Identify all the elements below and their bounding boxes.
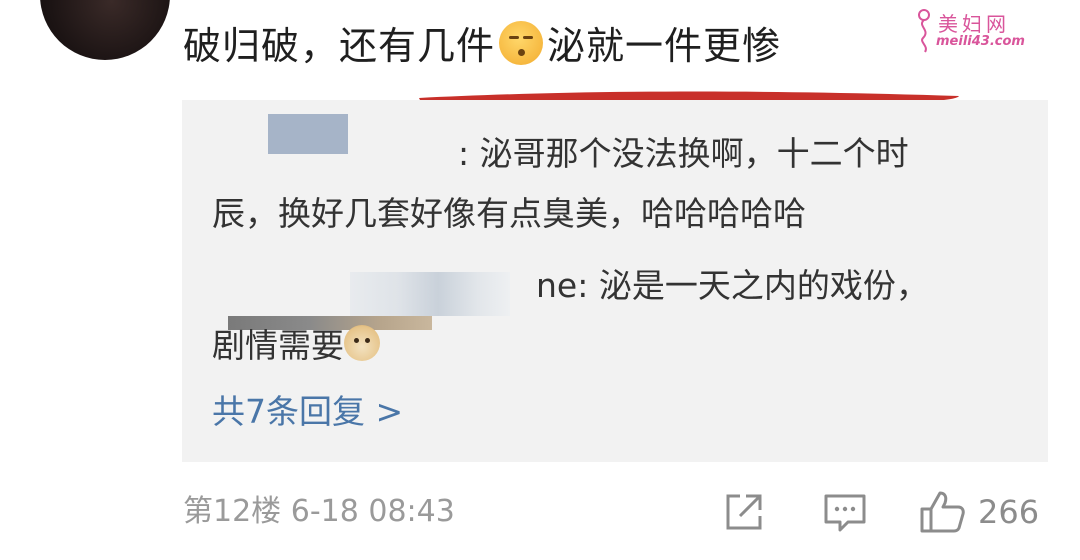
watermark-brand: 美妇网 xyxy=(938,12,1010,36)
watermark-url: meili43.com xyxy=(936,34,1025,49)
avatar[interactable] xyxy=(40,0,170,60)
reply-2-text-line-2: 剧情需要 xyxy=(212,326,344,365)
reply-2-line-2: 剧情需要 xyxy=(212,316,380,376)
floor-number: 第12楼 xyxy=(183,494,282,529)
view-more-replies-link[interactable]: 共7条回复 > xyxy=(212,382,403,442)
comment-button[interactable] xyxy=(822,488,868,536)
blurred-username xyxy=(350,272,510,316)
comment-icon xyxy=(824,494,866,532)
share-button[interactable] xyxy=(722,488,766,536)
reply-1-line-1: : 泌哥那个没法换啊，十二个时 xyxy=(458,134,909,173)
like-button[interactable]: 266 xyxy=(918,488,1039,536)
comment-meta: 第12楼 6-18 08:43 xyxy=(183,488,455,536)
reply-2-author-fragment: ne xyxy=(536,266,578,305)
comment-text-part1: 破归破，还有几件 xyxy=(183,24,496,68)
comment-text-part2: 泌就一件更惨 xyxy=(547,24,782,68)
reply-2-text: : 泌是一天之内的戏份， xyxy=(577,266,929,305)
shushing-face-emoji-icon xyxy=(499,21,544,65)
reply-2-line-1: ne: 泌是一天之内的戏份， xyxy=(536,256,929,316)
share-icon xyxy=(726,494,762,530)
blurred-username xyxy=(268,114,348,154)
reply-1-line-2: 辰，换好几套好像有点臭美，哈哈哈哈哈 xyxy=(212,194,806,233)
doge-emoji-icon xyxy=(344,325,380,361)
timestamp: 6-18 08:43 xyxy=(290,494,455,529)
watermark-figure-icon xyxy=(918,9,930,53)
thumbs-up-icon xyxy=(920,491,965,533)
comment-text: 破归破，还有几件 泌就一件更惨 xyxy=(183,16,781,76)
like-count: 266 xyxy=(978,493,1040,531)
